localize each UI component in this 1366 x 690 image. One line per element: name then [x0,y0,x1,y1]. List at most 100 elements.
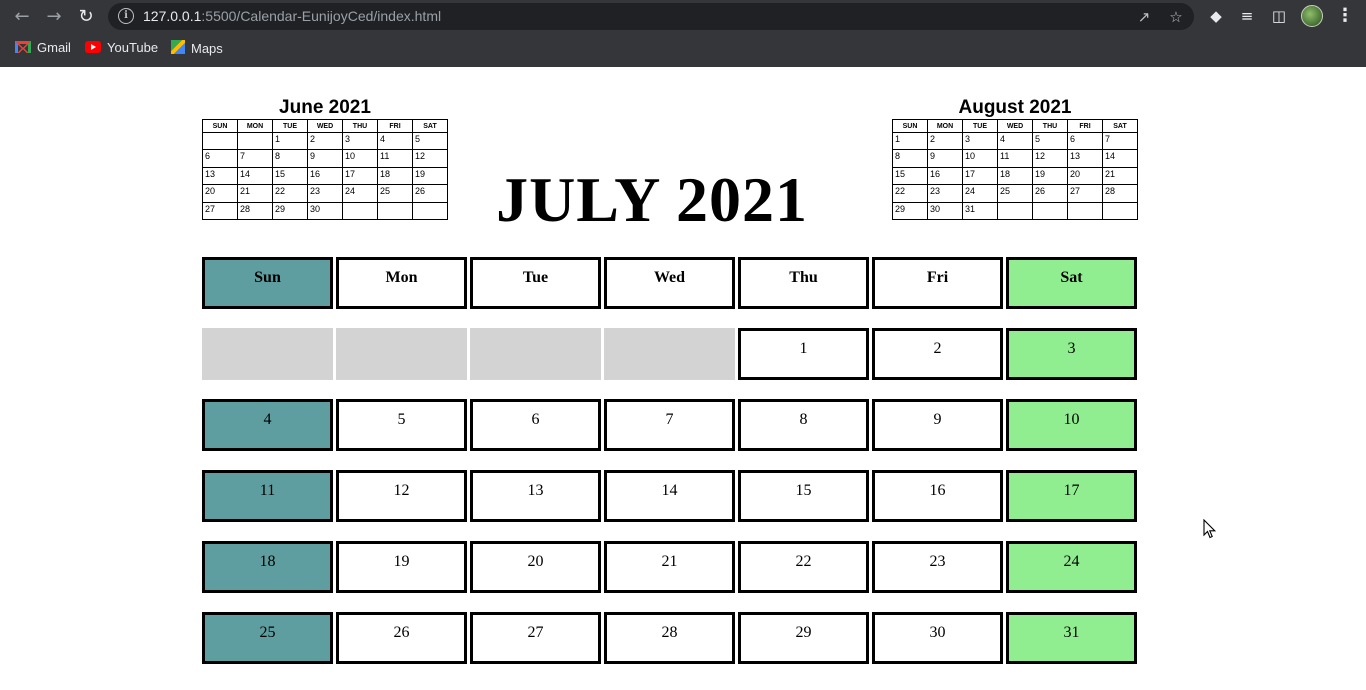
forward-arrow-icon[interactable]: → [41,4,67,30]
site-info-icon[interactable]: i [118,8,134,24]
mini-week-row: 12345 [202,131,448,151]
day-cell[interactable]: 26 [336,612,467,664]
day-cell[interactable]: 20 [470,541,601,593]
day-cell[interactable]: 6 [470,399,601,451]
day-cell[interactable]: 27 [470,612,601,664]
mini-day-cell: 18 [997,166,1033,186]
day-cell[interactable]: 9 [872,399,1003,451]
browser-toolbar: ← → ↻ i 127.0.0.1:5500/Calendar-EunijoyC… [0,0,1366,33]
extensions-puzzle-icon[interactable]: ◆ [1205,5,1227,27]
mini-weekday-header: MON [927,119,963,133]
mini-day-cell: 29 [892,201,928,220]
mini-day-cell: 30 [307,201,343,220]
mini-week-row: 13 14 15 16 17 18 19 [202,166,448,186]
mini-day-cell: 26 [412,184,448,203]
mini-day-cell: 9 [927,149,963,168]
mini-week-row: 20 21 22 23 24 25 26 [202,184,448,203]
bookmarks-bar: Gmail YouTube Maps [0,33,1366,63]
day-cell[interactable]: 17 [1006,470,1137,522]
weekday-header-thu: Thu [738,257,869,309]
bookmark-gmail[interactable]: Gmail [15,40,71,56]
mini-day-cell: 20 [202,184,238,203]
day-cell[interactable]: 25 [202,612,333,664]
empty-day-cell [604,328,735,380]
media-playlist-icon[interactable]: ≡ [1236,5,1258,27]
mini-weekday-header: FRI [377,119,413,133]
mini-weekday-header: WED [307,119,343,133]
mini-day-cell: 6 [1067,131,1103,151]
day-cell[interactable]: 16 [872,470,1003,522]
url-path: :5500/Calendar-EunijoyCed/index.html [201,8,442,24]
address-bar[interactable]: i 127.0.0.1:5500/Calendar-EunijoyCed/ind… [108,3,1194,30]
profile-avatar[interactable] [1301,5,1323,27]
day-cell[interactable]: 19 [336,541,467,593]
mini-week-row: 15 16 17 18 19 20 21 [892,166,1138,186]
mini-day-cell: 1 [272,131,308,151]
mini-day-cell: 25 [997,184,1033,203]
mini-day-cell: 29 [272,201,308,220]
back-arrow-icon[interactable]: ← [9,4,35,30]
day-cell[interactable]: 18 [202,541,333,593]
day-cell[interactable]: 3 [1006,328,1137,380]
day-cell[interactable]: 7 [604,399,735,451]
mini-day-cell [202,131,238,151]
day-cell[interactable]: 29 [738,612,869,664]
bookmark-star-icon[interactable]: ☆ [1166,7,1186,27]
bookmark-maps-label: Maps [191,41,223,56]
day-cell[interactable]: 23 [872,541,1003,593]
mini-weekday-header: TUE [272,119,308,133]
side-panel-icon[interactable]: ◫ [1268,5,1290,27]
day-cell[interactable]: 30 [872,612,1003,664]
browser-chrome: ← → ↻ i 127.0.0.1:5500/Calendar-EunijoyC… [0,0,1366,67]
day-cell[interactable]: 21 [604,541,735,593]
mini-day-cell: 27 [1067,184,1103,203]
mini-day-cell: 7 [237,149,273,168]
weekday-header-fri: Fri [872,257,1003,309]
day-cell[interactable]: 8 [738,399,869,451]
day-cell[interactable]: 11 [202,470,333,522]
mini-day-cell: 17 [342,166,378,186]
day-cell[interactable]: 14 [604,470,735,522]
empty-day-cell [470,328,601,380]
page-title: JULY 2021 [496,164,808,235]
mini-week-row: 6 7 8 9 10 11 12 [202,149,448,168]
day-cell[interactable]: 1 [738,328,869,380]
day-cell[interactable]: 5 [336,399,467,451]
mini-day-cell: 14 [237,166,273,186]
weekday-header-wed: Wed [604,257,735,309]
reload-icon[interactable]: ↻ [73,4,99,30]
mini-day-cell: 30 [927,201,963,220]
bookmark-youtube[interactable]: YouTube [85,40,158,56]
mini-day-cell: 14 [1102,149,1138,168]
bookmark-gmail-label: Gmail [37,40,71,55]
bookmark-maps[interactable]: Maps [171,40,223,56]
day-cell[interactable]: 12 [336,470,467,522]
kebab-menu-icon[interactable]: ⋮ [1334,5,1356,27]
mini-day-cell [237,131,273,151]
day-cell[interactable]: 10 [1006,399,1137,451]
share-icon[interactable]: ↗ [1134,7,1154,27]
mini-day-cell: 28 [237,201,273,220]
mini-day-cell: 18 [377,166,413,186]
day-cell[interactable]: 24 [1006,541,1137,593]
day-cell[interactable]: 15 [738,470,869,522]
mini-day-cell: 12 [1032,149,1068,168]
mini-day-cell [997,201,1033,220]
day-cell[interactable]: 22 [738,541,869,593]
mini-week-row: 27 28 29 30 [202,201,448,220]
day-cell[interactable]: 13 [470,470,601,522]
mini-day-cell: 22 [272,184,308,203]
day-cell[interactable]: 28 [604,612,735,664]
day-cell[interactable]: 2 [872,328,1003,380]
mini-weekday-header: SUN [892,119,928,133]
mini-day-cell [342,201,378,220]
mini-day-cell: 24 [342,184,378,203]
day-cell[interactable]: 31 [1006,612,1137,664]
prev-month-calendar: June 2021 SUN MON TUE WED THU FRI SAT 12345678… [202,96,448,220]
mini-day-cell: 8 [892,149,928,168]
url-text[interactable]: 127.0.0.1:5500/Calendar-EunijoyCed/index… [143,8,441,24]
day-cell[interactable]: 4 [202,399,333,451]
mini-day-cell: 4 [377,131,413,151]
mini-day-cell: 5 [412,131,448,151]
mini-day-cell [1067,201,1103,220]
